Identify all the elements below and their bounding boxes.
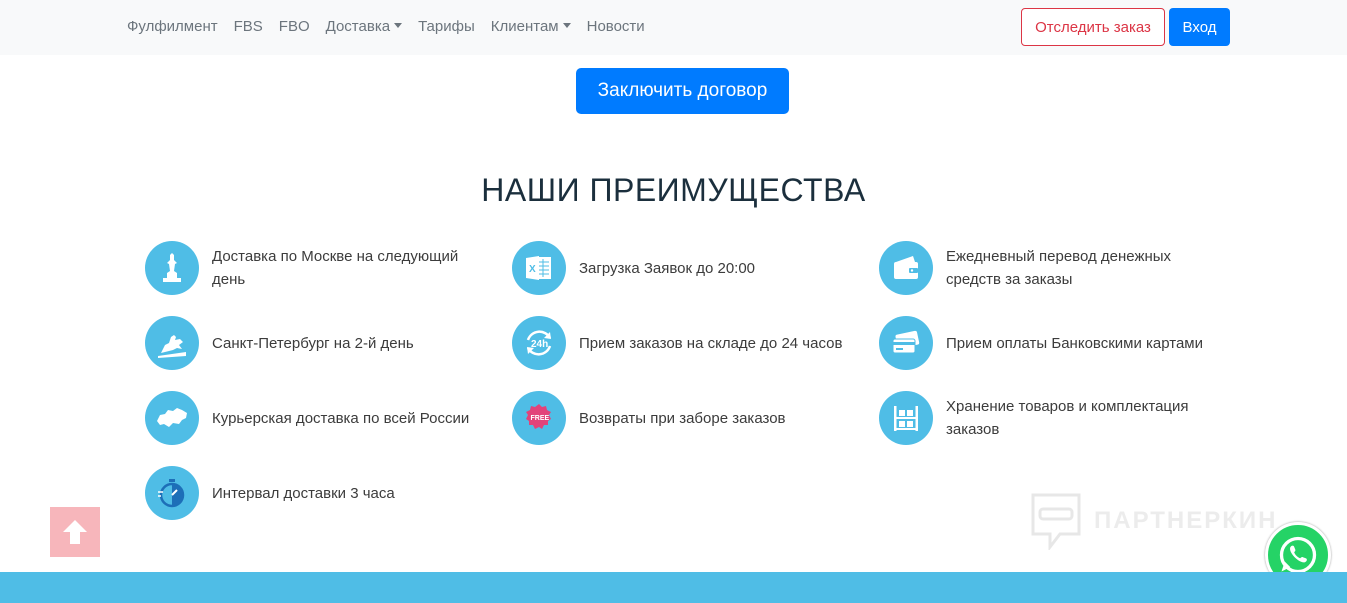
phone-icon	[1279, 536, 1317, 574]
feature-item: Санкт-Петербург на 2-й день	[145, 316, 485, 370]
track-order-button[interactable]: Отследить заказ	[1021, 8, 1165, 46]
nav-link-delivery[interactable]: Доставка	[326, 17, 402, 37]
feature-item: X Загрузка Заявок до 20:00	[512, 241, 852, 295]
russia-map-icon	[145, 391, 199, 445]
navbar: Фулфилмент FBS FBO Доставка Тарифы Клиен…	[0, 0, 1347, 55]
login-button[interactable]: Вход	[1169, 8, 1230, 46]
nav-link-fulfillment[interactable]: Фулфилмент	[127, 17, 218, 37]
watermark: ПАРТНЕРКИН	[1030, 492, 1278, 550]
scroll-to-top-button[interactable]	[50, 507, 100, 557]
feature-text: Санкт-Петербург на 2-й день	[212, 334, 414, 352]
svg-text:FREE: FREE	[531, 415, 550, 422]
nav-link-fbo[interactable]: FBO	[279, 17, 310, 37]
24h-icon: 24h	[512, 316, 566, 370]
page: Фулфилмент FBS FBO Доставка Тарифы Клиен…	[0, 0, 1347, 603]
card-icon	[879, 316, 933, 370]
free-badge-icon: FREE	[512, 391, 566, 445]
arrow-up-icon	[63, 520, 87, 544]
feature-text: Прием заказов на складе до 24 часов	[579, 334, 843, 352]
feature-text: Прием оплаты Банковскими картами	[946, 334, 1203, 352]
feature-text: Интервал доставки 3 часа	[212, 484, 395, 502]
footer-band	[0, 572, 1347, 603]
shelves-icon	[879, 391, 933, 445]
feature-item: Курьерская доставка по всей России	[145, 391, 485, 445]
feature-item: Интервал доставки 3 часа	[145, 466, 485, 520]
feature-text: Хранение товаров и комплектация заказов	[946, 398, 1189, 438]
nav-link-clients[interactable]: Клиентам	[491, 17, 571, 37]
section-title: НАШИ ПРЕИМУЩЕСТВА	[481, 172, 866, 208]
horseman-icon	[145, 316, 199, 370]
feature-item: Ежедневный перевод денежных средств за з…	[879, 241, 1219, 295]
watermark-text: ПАРТНЕРКИН	[1094, 507, 1278, 534]
stopwatch-icon	[145, 466, 199, 520]
feature-text: Загрузка Заявок до 20:00	[579, 259, 756, 277]
excel-icon: X	[512, 241, 566, 295]
watermark-logo-icon	[1031, 493, 1081, 550]
svg-text:X: X	[529, 264, 536, 275]
feature-text: Курьерская доставка по всей России	[212, 409, 470, 427]
feature-text: Доставка по Москве на следующий день	[212, 248, 459, 288]
wallet-icon	[879, 241, 933, 295]
feature-item: 24h Прием заказов на складе до 24 часов	[512, 316, 852, 370]
nav-links: Фулфилмент FBS FBO Доставка Тарифы Клиен…	[127, 17, 661, 37]
nav-link-tariffs[interactable]: Тарифы	[418, 17, 475, 37]
feature-item: FREE Возвраты при заборе заказов	[512, 391, 852, 445]
feature-item: Хранение товаров и комплектация заказов	[879, 391, 1219, 445]
nav-link-fbs[interactable]: FBS	[234, 17, 263, 37]
monument-icon	[145, 241, 199, 295]
feature-text: Ежедневный перевод денежных средств за з…	[946, 248, 1172, 288]
feature-item: Прием оплаты Банковскими картами	[879, 316, 1219, 370]
nav-link-news[interactable]: Новости	[587, 17, 645, 37]
feature-text: Возвраты при заборе заказов	[579, 409, 786, 427]
feature-item: Доставка по Москве на следующий день	[145, 241, 485, 295]
sign-contract-button[interactable]: Заключить договор	[576, 68, 789, 114]
svg-text:24h: 24h	[531, 339, 548, 350]
